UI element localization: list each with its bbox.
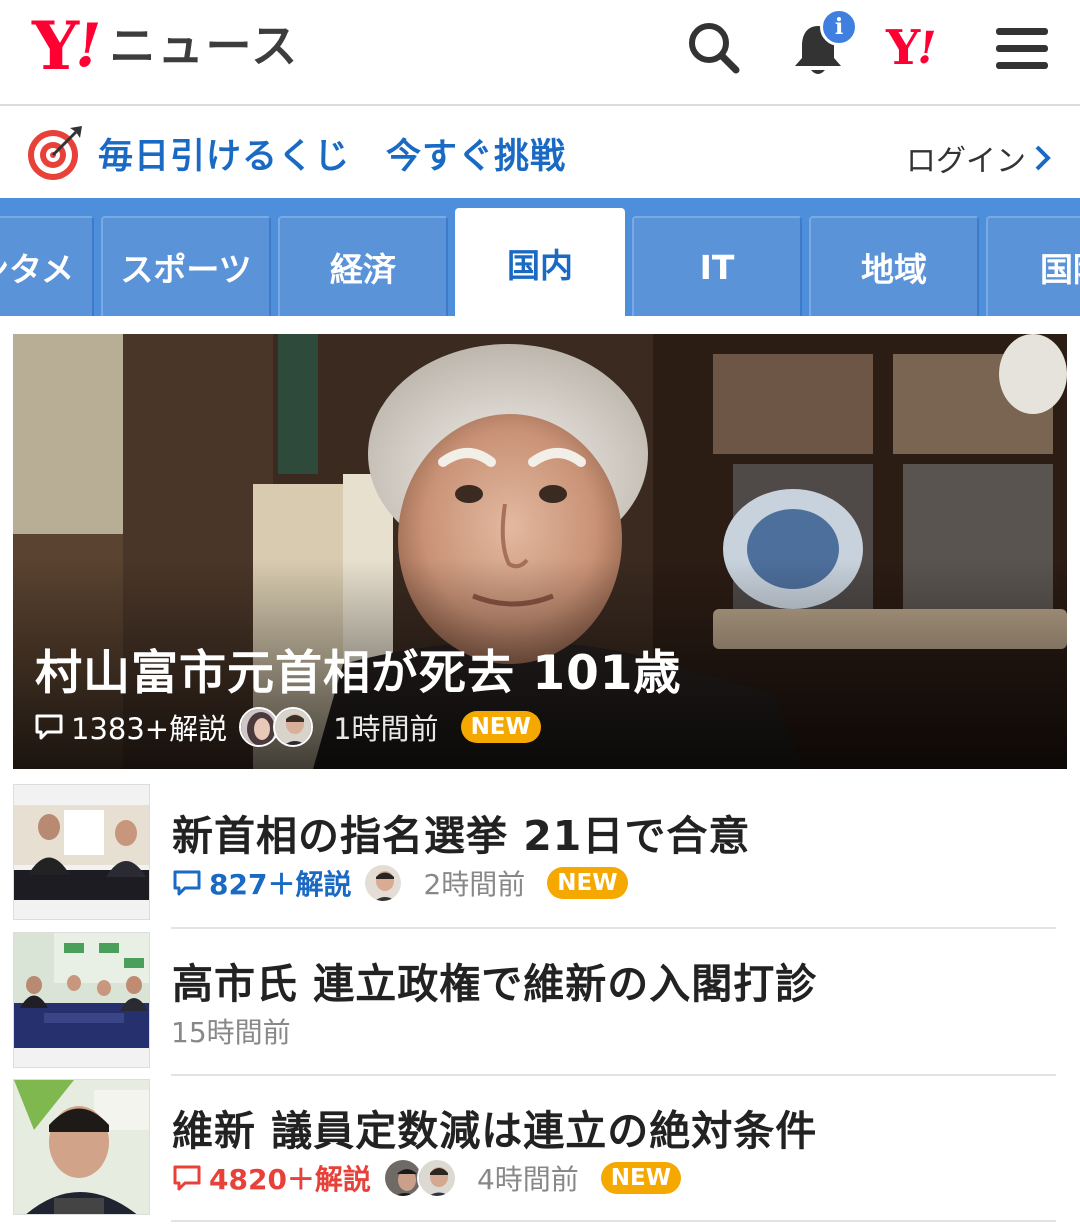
app-header: Y ! ニュース i Y ! (0, 0, 1080, 106)
comment-count: 827＋解説 (209, 868, 352, 901)
chevron-right-icon (1035, 145, 1051, 171)
menu-icon[interactable] (990, 16, 1054, 80)
avatar (273, 707, 314, 747)
list-item[interactable]: 新首相の指名選挙 21日で合意 827＋解説 2時間前 NEW (13, 784, 1057, 920)
article-title: 新首相の指名選挙 21日で合意 (172, 812, 751, 860)
tab-label: 経済 (330, 250, 396, 289)
tab-international[interactable]: 国際 (986, 216, 1080, 316)
tab-label: スポーツ (120, 250, 252, 289)
list-item[interactable]: 高市氏 連立政権で維新の入閣打診 15時間前 (13, 932, 1057, 1068)
divider (171, 927, 1056, 929)
comment-icon (35, 714, 63, 740)
expert-avatars (363, 863, 404, 903)
published-time: 2時間前 (423, 868, 526, 901)
tab-label: 国内 (507, 246, 573, 285)
new-badge: NEW (460, 711, 541, 743)
comment-count: 4820＋解説 (209, 1163, 371, 1196)
notification-badge: i (820, 8, 858, 46)
expert-avatars (382, 1158, 457, 1198)
tab-label: 国際 (1040, 250, 1080, 289)
tab-label: ンタメ (0, 250, 74, 289)
article-thumbnail (13, 932, 150, 1068)
notification-badge-label: i (834, 14, 844, 40)
comment-icon (173, 870, 201, 896)
notification-button[interactable]: i (786, 8, 858, 80)
comment-link[interactable]: 4820＋解説 (171, 1158, 371, 1198)
logo-text: ニュース (109, 19, 300, 73)
challenge-text: 今すぐ挑戦 (386, 137, 567, 177)
lottery-link[interactable]: 毎日引けるくじ 今すぐ挑戦 (98, 128, 566, 179)
yahoo-top-button[interactable]: Y ! (886, 20, 937, 76)
article-title: 維新 議員定数減は連立の絶対条件 (172, 1107, 818, 1155)
category-tabs: ンタメ スポーツ 経済 国内 IT 地域 国際 (0, 198, 1080, 316)
comment-icon (173, 1165, 201, 1191)
list-item[interactable]: 維新 議員定数減は連立の絶対条件 4820＋解説 4時間前 NEW (13, 1079, 1057, 1215)
tab-sports[interactable]: スポーツ (101, 216, 271, 316)
lottery-text: 毎日引けるくじ (98, 137, 351, 177)
article-thumbnail (13, 784, 150, 920)
avatar (363, 863, 404, 903)
yahoo-y: Y (886, 20, 920, 76)
article-title: 高市氏 連立政権で維新の入閣打診 (172, 960, 818, 1008)
lottery-promo-bar: 毎日引けるくじ 今すぐ挑戦 ログイン (0, 106, 1080, 198)
target-icon (28, 126, 82, 180)
top-story[interactable]: 村山富市元首相が死去 101歳 1383+解説 1時間前 NEW (13, 334, 1067, 769)
tab-local[interactable]: 地域 (809, 216, 979, 316)
article-thumbnail (13, 1079, 150, 1215)
article-meta: 827＋解説 2時間前 NEW (171, 862, 628, 904)
yahoo-news-logo[interactable]: Y ! ニュース (32, 7, 300, 85)
avatar (416, 1158, 457, 1198)
tab-domestic[interactable]: 国内 (455, 208, 625, 316)
top-story-meta: 1383+解説 1時間前 NEW (33, 706, 541, 748)
comment-count: 1383+解説 (71, 712, 228, 746)
tab-it[interactable]: IT (632, 216, 802, 316)
login-link[interactable]: ログイン (906, 136, 1054, 180)
divider (171, 1220, 1056, 1222)
logo-exclamation: ! (75, 11, 102, 81)
new-badge: NEW (547, 867, 628, 899)
article-meta: 15時間前 (171, 1010, 291, 1052)
tab-economy[interactable]: 経済 (278, 216, 448, 316)
comment-link[interactable]: 827＋解説 (171, 863, 351, 903)
divider (171, 1074, 1056, 1076)
published-time: 15時間前 (171, 1016, 291, 1049)
new-badge: NEW (600, 1162, 682, 1194)
login-label: ログイン (906, 144, 1026, 179)
search-icon[interactable] (682, 16, 746, 80)
published-time: 1時間前 (333, 712, 439, 746)
tab-entertainment[interactable]: ンタメ (0, 216, 94, 316)
logo-y: Y (32, 7, 79, 85)
published-time: 4時間前 (476, 1163, 579, 1196)
tab-label: 地域 (861, 250, 927, 289)
article-meta: 4820＋解説 4時間前 NEW (171, 1157, 682, 1199)
top-story-title: 村山富市元首相が死去 101歳 (35, 646, 682, 701)
yahoo-exclamation: ! (917, 22, 937, 74)
tab-label: IT (699, 247, 735, 287)
expert-avatars (239, 707, 314, 747)
